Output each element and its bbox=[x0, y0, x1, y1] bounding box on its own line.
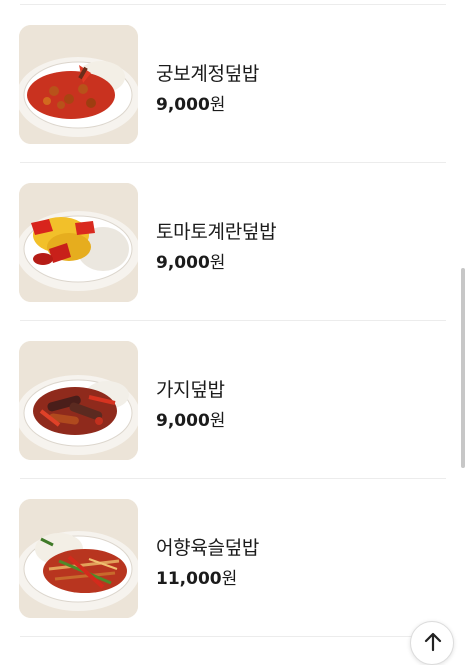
menu-item-price: 9,000원 bbox=[156, 248, 225, 273]
price-value: 9,000 bbox=[156, 411, 210, 431]
price-value: 9,000 bbox=[156, 253, 210, 273]
menu-item-name: 가지덮밥 bbox=[156, 379, 225, 401]
food-thumbnail bbox=[19, 25, 138, 144]
menu-item-gungbao[interactable]: 궁보계정덮밥 9,000원 bbox=[0, 4, 466, 163]
tomato-egg-rice-photo bbox=[19, 183, 138, 302]
menu-item-tomato-egg[interactable]: 토마토계란덮밥 9,000원 bbox=[0, 162, 466, 321]
food-thumbnail bbox=[19, 499, 138, 618]
menu-item-name: 궁보계정덮밥 bbox=[156, 63, 260, 85]
menu-item-name: 토마토계란덮밥 bbox=[156, 221, 277, 243]
menu-item-price: 11,000원 bbox=[156, 564, 237, 589]
food-thumbnail bbox=[19, 183, 138, 302]
scrollbar[interactable] bbox=[461, 268, 465, 468]
scroll-to-top-button[interactable] bbox=[410, 621, 454, 665]
price-value: 11,000 bbox=[156, 569, 222, 589]
divider bbox=[20, 636, 446, 637]
price-unit: 원 bbox=[209, 253, 226, 273]
menu-item-price: 9,000원 bbox=[156, 406, 225, 431]
gungbao-chicken-rice-photo bbox=[19, 25, 138, 144]
menu-item-eggplant[interactable]: 가지덮밥 9,000원 bbox=[0, 320, 466, 479]
menu-item-yuxiang-pork[interactable]: 어향육슬덮밥 11,000원 bbox=[0, 478, 466, 637]
food-thumbnail bbox=[19, 341, 138, 460]
price-unit: 원 bbox=[209, 95, 226, 115]
menu-item-price: 9,000원 bbox=[156, 90, 225, 115]
eggplant-rice-photo bbox=[19, 341, 138, 460]
arrow-up-icon bbox=[424, 632, 442, 652]
menu-item-name: 어향육슬덮밥 bbox=[156, 537, 260, 559]
price-unit: 원 bbox=[209, 411, 226, 431]
yuxiang-pork-rice-photo bbox=[19, 499, 138, 618]
price-value: 9,000 bbox=[156, 95, 210, 115]
price-unit: 원 bbox=[221, 569, 238, 589]
